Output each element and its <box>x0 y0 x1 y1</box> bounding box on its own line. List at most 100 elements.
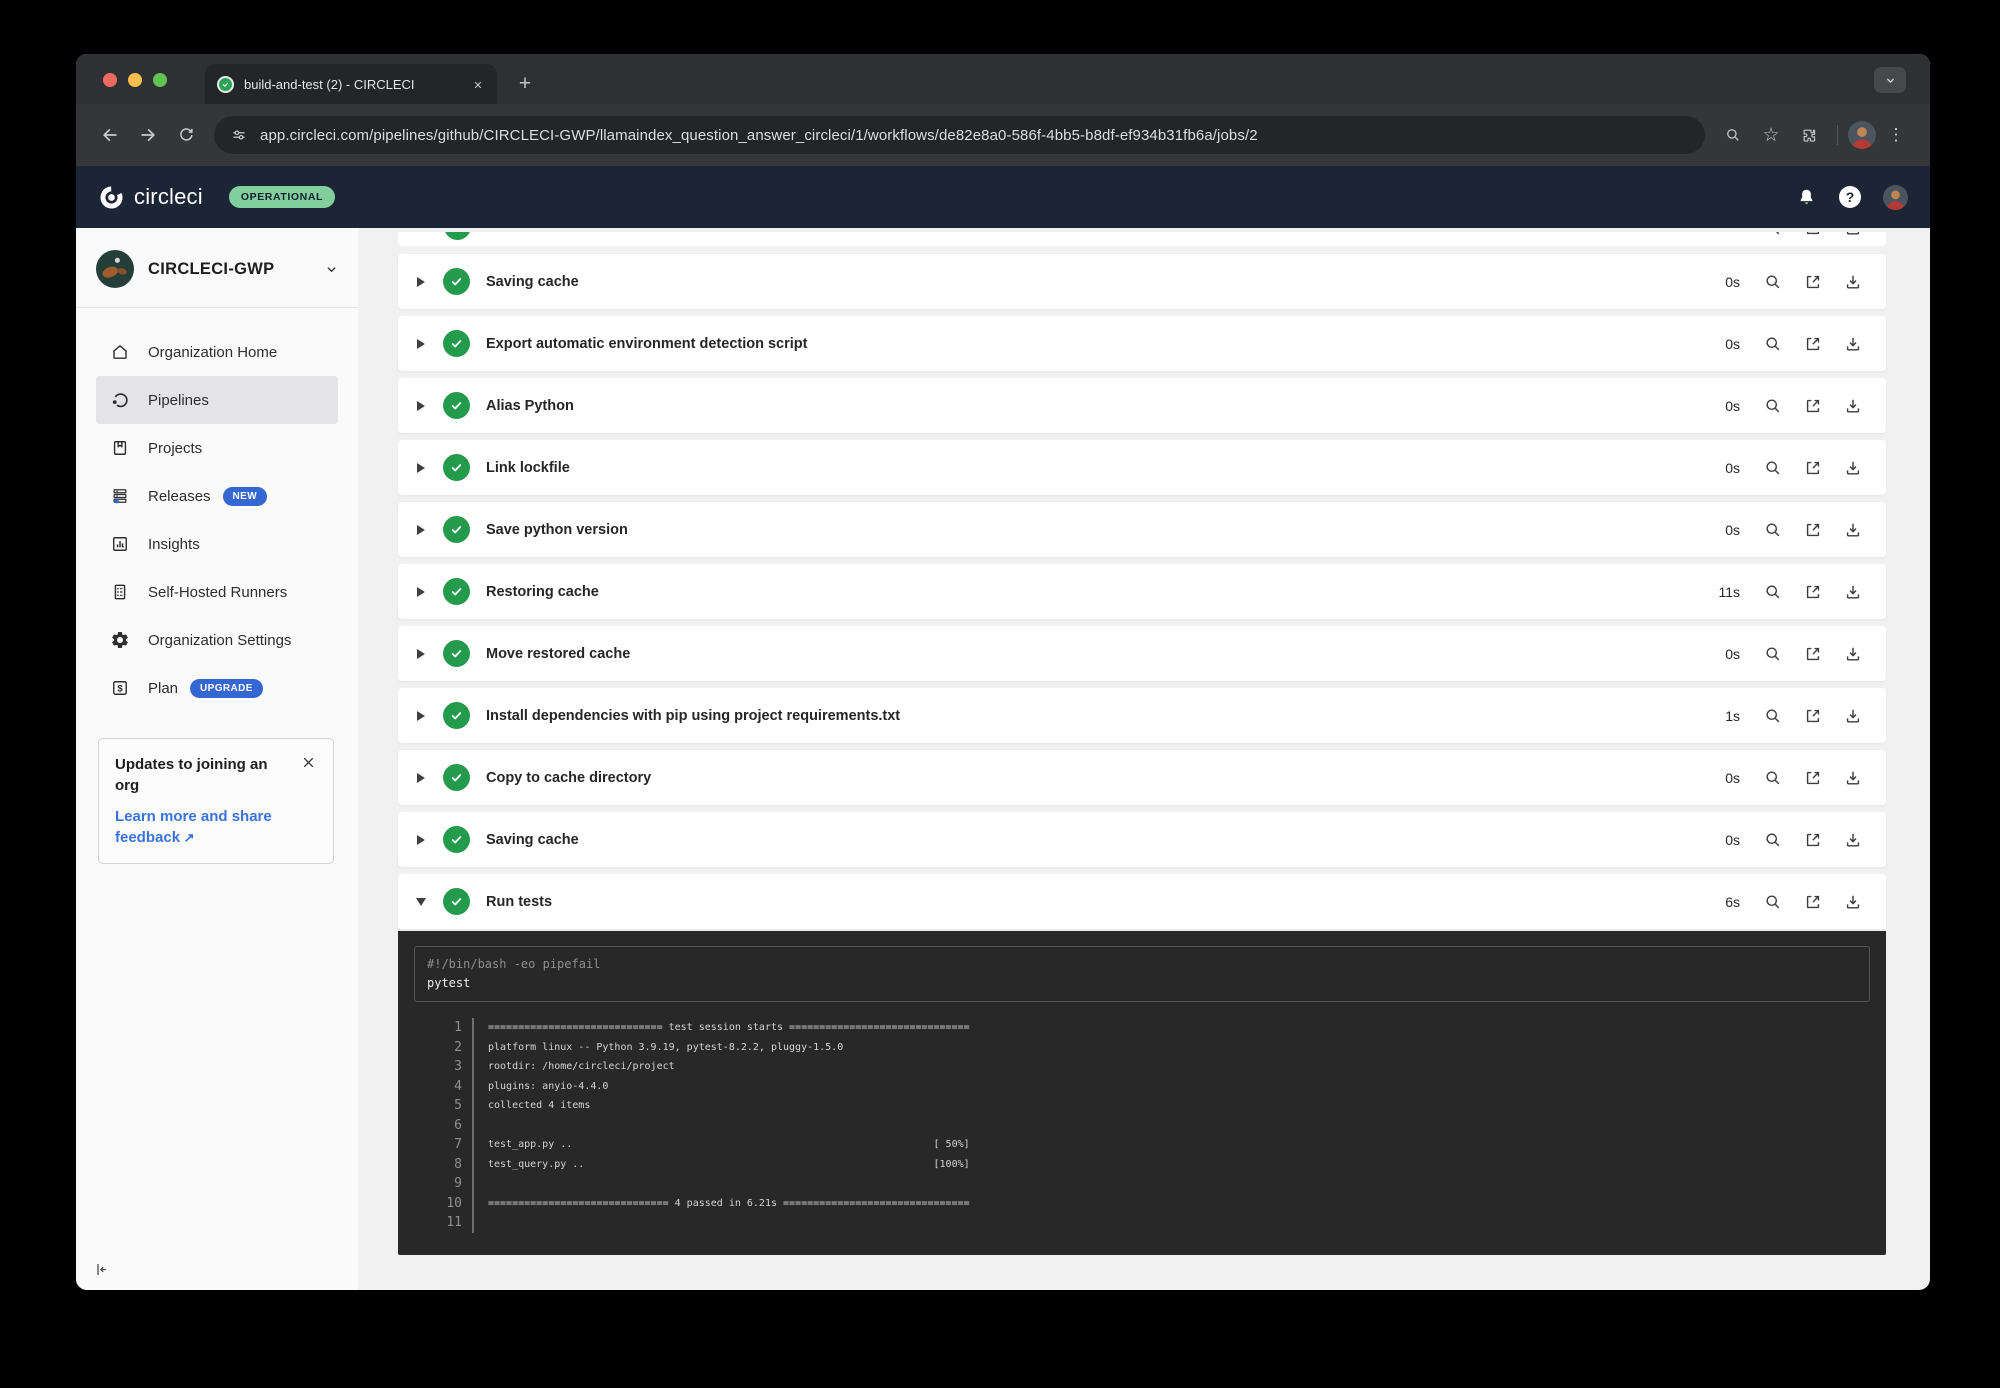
open-external-icon[interactable] <box>1798 267 1828 297</box>
new-tab-button[interactable] <box>513 72 537 96</box>
search-output-icon[interactable] <box>1758 329 1788 359</box>
open-external-icon[interactable] <box>1798 232 1828 243</box>
open-external-icon[interactable] <box>1798 391 1828 421</box>
collapse-triangle-icon[interactable] <box>416 898 426 906</box>
download-icon[interactable] <box>1838 701 1868 731</box>
step-row[interactable]: Link lockfile 0s <box>398 440 1886 495</box>
step-row[interactable]: Move restored cache 0s <box>398 626 1886 681</box>
search-output-icon[interactable] <box>1758 701 1788 731</box>
step-row[interactable]: Save python version 0s <box>398 502 1886 557</box>
expand-triangle-icon[interactable] <box>417 525 425 535</box>
expand-triangle-icon[interactable] <box>417 277 425 287</box>
expand-triangle-icon[interactable] <box>417 649 425 659</box>
expand-triangle-icon[interactable] <box>417 587 425 597</box>
circleci-logo[interactable]: circleci <box>98 184 203 211</box>
expand-triangle-icon[interactable] <box>417 401 425 411</box>
search-output-icon[interactable] <box>1758 391 1788 421</box>
search-output-icon[interactable] <box>1758 232 1788 243</box>
download-icon[interactable] <box>1838 639 1868 669</box>
promo-title: Updates to joining an org <box>115 754 275 796</box>
forward-icon[interactable] <box>130 117 166 153</box>
download-icon[interactable] <box>1838 453 1868 483</box>
search-output-icon[interactable] <box>1758 515 1788 545</box>
line-number: 4 <box>414 1077 472 1097</box>
minimize-window-button[interactable] <box>128 73 142 87</box>
tab-search-button[interactable] <box>1874 67 1906 93</box>
search-output-icon[interactable] <box>1758 887 1788 917</box>
open-external-icon[interactable] <box>1798 329 1828 359</box>
open-external-icon[interactable] <box>1798 639 1828 669</box>
expand-triangle-icon[interactable] <box>417 835 425 845</box>
step-duration: 0s <box>1714 770 1740 786</box>
org-selector[interactable]: CIRCLECI-GWP <box>76 228 358 307</box>
open-external-icon[interactable] <box>1798 515 1828 545</box>
step-row[interactable]: Alias Python 0s <box>398 378 1886 433</box>
download-icon[interactable] <box>1838 232 1868 243</box>
search-output-icon[interactable] <box>1758 639 1788 669</box>
site-settings-icon[interactable] <box>230 126 248 144</box>
search-output-icon[interactable] <box>1758 267 1788 297</box>
download-icon[interactable] <box>1838 329 1868 359</box>
url-text[interactable]: app.circleci.com/pipelines/github/CIRCLE… <box>260 127 1258 144</box>
extensions-puzzle-icon[interactable] <box>1791 117 1827 153</box>
bell-icon[interactable] <box>1796 187 1817 208</box>
open-external-icon[interactable] <box>1798 763 1828 793</box>
sidebar-item[interactable]: Organization Settings <box>96 616 338 664</box>
download-icon[interactable] <box>1838 267 1868 297</box>
download-icon[interactable] <box>1838 825 1868 855</box>
promo-link[interactable]: Learn more and share feedback <box>115 806 295 848</box>
search-output-icon[interactable] <box>1758 453 1788 483</box>
bookmark-star-icon[interactable] <box>1753 117 1789 153</box>
browser-menu-icon[interactable] <box>1878 117 1914 153</box>
command-box: #!/bin/bash -eo pipefail pytest <box>414 946 1870 1002</box>
step-row[interactable]: Restoring cache 11s <box>398 564 1886 619</box>
download-icon[interactable] <box>1838 763 1868 793</box>
help-icon[interactable] <box>1839 186 1861 208</box>
step-row-partial[interactable] <box>398 232 1886 246</box>
browser-profile-avatar[interactable] <box>1848 121 1876 149</box>
expand-triangle-icon[interactable] <box>417 339 425 349</box>
close-window-button[interactable] <box>103 73 117 87</box>
sidebar-item[interactable]: Releases NEW <box>96 472 338 520</box>
url-bar[interactable]: app.circleci.com/pipelines/github/CIRCLE… <box>214 116 1705 154</box>
fullscreen-window-button[interactable] <box>153 73 167 87</box>
reload-icon[interactable] <box>168 117 204 153</box>
sidebar-item[interactable]: Projects <box>96 424 338 472</box>
collapse-sidebar-icon[interactable] <box>92 1261 109 1278</box>
search-output-icon[interactable] <box>1758 577 1788 607</box>
download-icon[interactable] <box>1838 515 1868 545</box>
step-row[interactable]: Export automatic environment detection s… <box>398 316 1886 371</box>
open-external-icon[interactable] <box>1798 453 1828 483</box>
step-row[interactable]: Saving cache 0s <box>398 254 1886 309</box>
sidebar-item[interactable]: Insights <box>96 520 338 568</box>
close-icon[interactable] <box>300 754 317 771</box>
open-external-icon[interactable] <box>1798 701 1828 731</box>
sidebar-item[interactable]: Plan UPGRADE <box>96 664 338 712</box>
download-icon[interactable] <box>1838 391 1868 421</box>
user-avatar[interactable] <box>1883 185 1908 210</box>
success-check-icon <box>443 268 470 295</box>
open-external-icon[interactable] <box>1798 577 1828 607</box>
status-badge[interactable]: OPERATIONAL <box>229 186 335 208</box>
step-row[interactable]: Copy to cache directory 0s <box>398 750 1886 805</box>
step-row-run-tests[interactable]: Run tests 6s <box>398 874 1886 929</box>
zoom-page-icon[interactable] <box>1715 117 1751 153</box>
search-output-icon[interactable] <box>1758 763 1788 793</box>
browser-tab[interactable]: build-and-test (2) - CIRCLECI <box>205 64 497 104</box>
expand-triangle-icon[interactable] <box>417 711 425 721</box>
step-row[interactable]: Saving cache 0s <box>398 812 1886 867</box>
step-row[interactable]: Install dependencies with pip using proj… <box>398 688 1886 743</box>
download-icon[interactable] <box>1838 577 1868 607</box>
search-output-icon[interactable] <box>1758 825 1788 855</box>
line-number: 3 <box>414 1057 472 1077</box>
download-icon[interactable] <box>1838 887 1868 917</box>
open-external-icon[interactable] <box>1798 825 1828 855</box>
open-external-icon[interactable] <box>1798 887 1828 917</box>
back-icon[interactable] <box>92 117 128 153</box>
sidebar-item[interactable]: Pipelines <box>96 376 338 424</box>
expand-triangle-icon[interactable] <box>417 773 425 783</box>
expand-triangle-icon[interactable] <box>417 463 425 473</box>
sidebar-item[interactable]: Self-Hosted Runners <box>96 568 338 616</box>
tab-close-icon[interactable] <box>469 76 487 92</box>
sidebar-item[interactable]: Organization Home <box>96 328 338 376</box>
